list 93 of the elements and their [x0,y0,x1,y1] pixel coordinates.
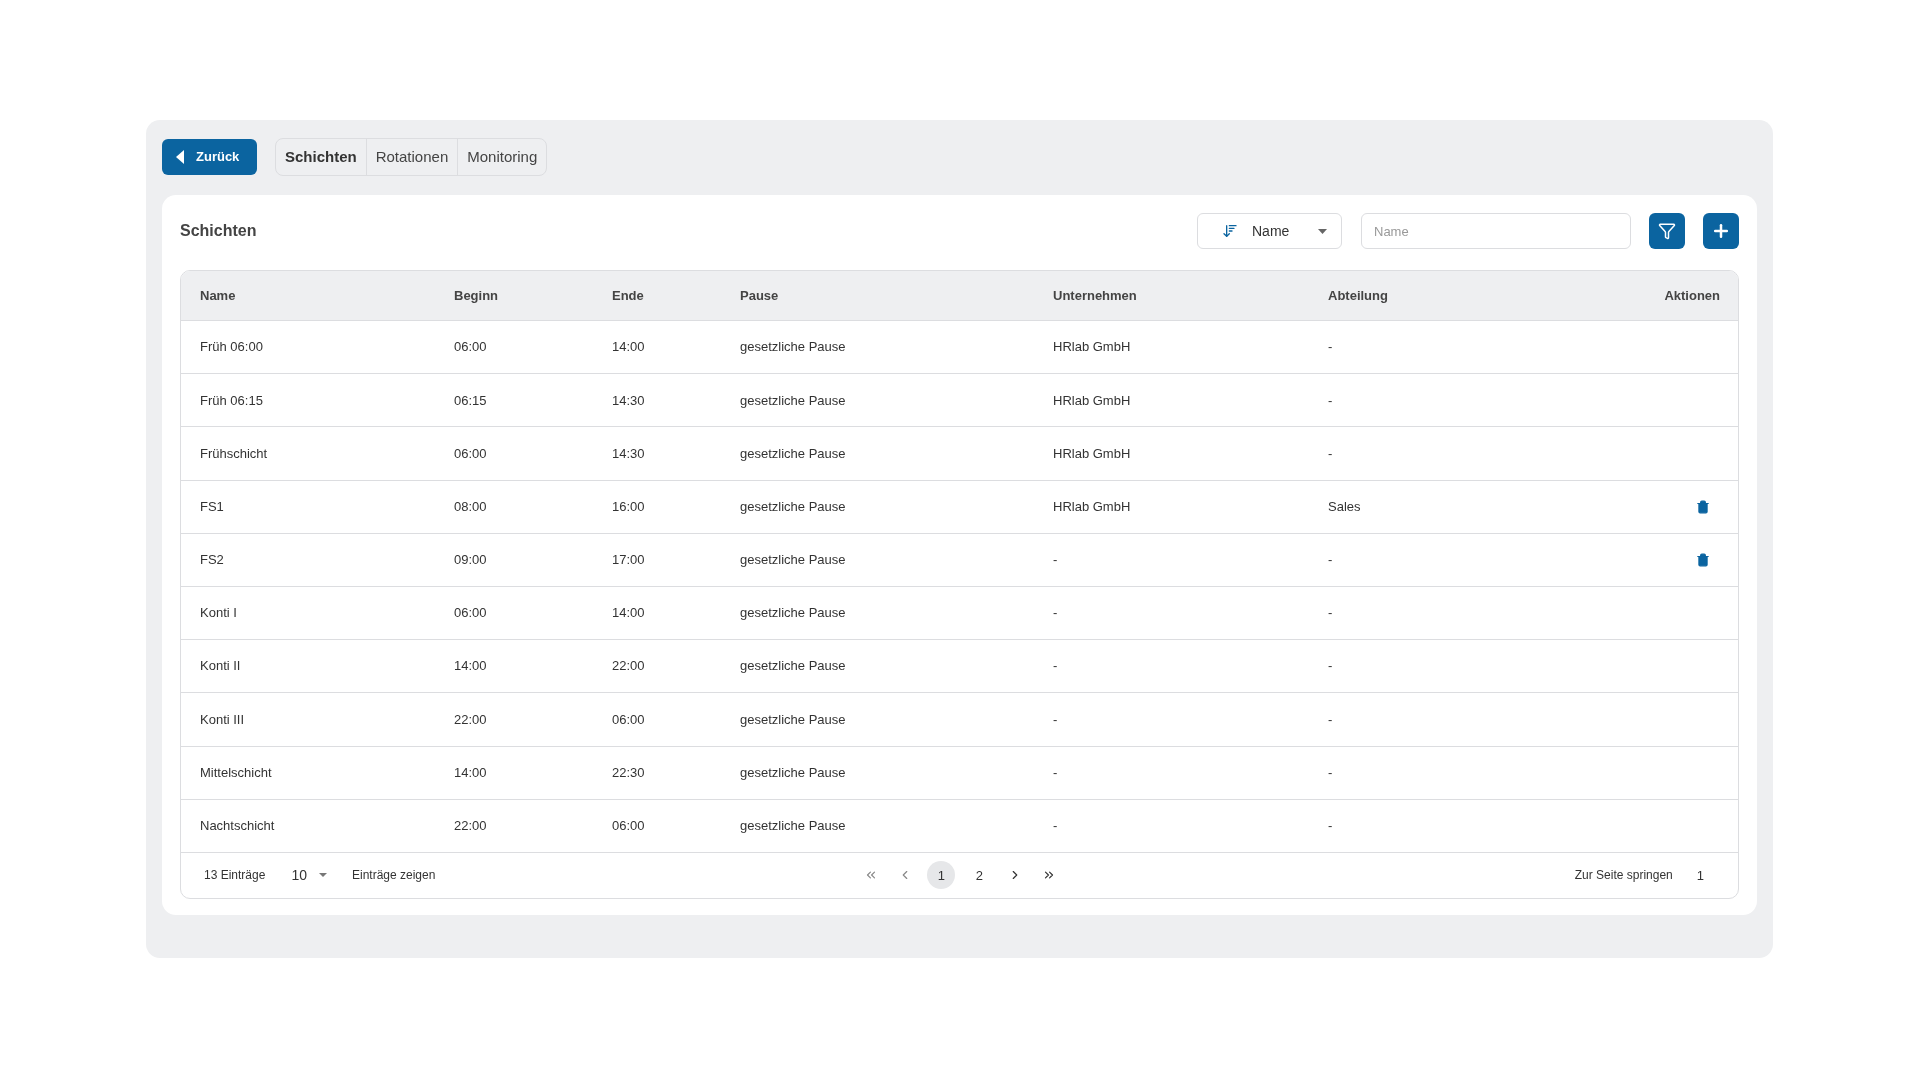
entry-count: 13 Einträge [204,867,266,885]
table-cell-text: Konti III [200,710,245,729]
column-header: Ende [612,286,644,305]
filter-button[interactable] [1649,213,1685,249]
table-cell-text: Frühschicht [200,444,268,463]
table-cell-text: Nachtschicht [200,817,275,836]
table-cell-text: gesetzliche Pause [740,710,846,729]
table-cell-text: - [1328,710,1333,729]
column-header: Unternehmen [1053,286,1137,305]
add-button[interactable] [1703,213,1739,249]
table-cell-text: - [1328,604,1333,623]
trash-icon [1696,552,1710,567]
table-cell-text: - [1053,551,1058,570]
table-cell-text: - [1328,551,1333,570]
jump-to-page-label: Zur Seite springen [1574,867,1673,885]
column-header: Name [200,286,236,305]
table-cell-text: gesetzliche Pause [740,604,846,623]
table-cell-text: gesetzliche Pause [740,497,846,516]
table-cell-text: HRlab GmbH [1053,391,1131,410]
delete-button[interactable] [1696,552,1710,567]
plus-icon [1711,221,1731,241]
table-cell-text: - [1053,604,1058,623]
caret-down-icon [1318,228,1327,234]
table-cell-text: HRlab GmbH [1053,444,1131,463]
table-cell-text: gesetzliche Pause [740,817,846,836]
table-cell-text: 16:00 [612,497,645,516]
jump-to-page-field[interactable]: 1 [1696,865,1704,886]
page-size-label: Einträge zeigen [351,867,436,885]
tab[interactable]: Monitoring [457,139,547,175]
back-button[interactable]: Zurück [162,139,257,175]
table-cell-text: - [1328,338,1333,357]
table-cell-text: 14:00 [612,338,645,357]
page-button[interactable]: 2 [965,861,994,890]
table-cell-text: gesetzliche Pause [740,444,846,463]
table-cell-text: Konti I [200,604,237,623]
table-cell-text: - [1053,763,1058,782]
table-cell-text: Konti II [200,657,241,676]
table-cell-text: 06:00 [612,710,645,729]
table-cell-text: Früh 06:00 [200,338,263,357]
table-cell-text: - [1328,657,1333,676]
table-cell-text: HRlab GmbH [1053,497,1131,516]
table-cell-text: Früh 06:15 [200,391,263,410]
table-cell-text: 06:00 [612,817,645,836]
table-cell-text: 09:00 [454,551,487,570]
table-cell-text: 14:00 [454,763,487,782]
filter-icon [1658,222,1676,240]
table-cell-text: gesetzliche Pause [740,338,846,357]
table-cell-text: - [1053,657,1058,676]
table-cell-text: 06:15 [454,391,487,410]
table-cell-text: - [1053,817,1058,836]
table-cell-text: 22:00 [454,710,487,729]
tab[interactable]: Schichten [276,139,366,175]
table-cell-text: gesetzliche Pause [740,391,846,410]
table-cell-text: FS1 [200,497,224,516]
table-cell-text: 17:00 [612,551,645,570]
caret-left-icon [176,150,184,164]
page-size-dropdown[interactable]: 10 [291,864,327,886]
table-cell-text: gesetzliche Pause [740,551,846,570]
table-cell-text: 22:30 [612,763,645,782]
table-cell-text: 06:00 [454,338,487,357]
page-button[interactable]: 1 [927,861,956,890]
table-cell-text: - [1053,710,1058,729]
search-field[interactable]: Name [1361,213,1631,249]
table-cell-text: 06:00 [454,604,487,623]
column-header: Beginn [454,286,499,305]
column-header: Aktionen [1664,286,1720,305]
table-cell-text: 14:00 [454,657,487,676]
delete-button[interactable] [1696,499,1710,514]
table-cell-text: 14:00 [612,604,645,623]
table-cell-text: 06:00 [454,444,487,463]
table-cell-text: Mittelschicht [200,763,272,782]
table-cell-text: 08:00 [454,497,487,516]
table-cell-text: - [1328,444,1333,463]
column-header: Abteilung [1328,286,1388,305]
table-cell-text: FS2 [200,551,224,570]
table-cell-text: 14:30 [612,444,645,463]
table-cell-text: - [1328,763,1333,782]
table-cell-text: gesetzliche Pause [740,763,846,782]
card-title: Schichten [180,221,258,241]
table-cell-text: Sales [1328,497,1361,516]
sort-dropdown[interactable]: Name [1197,213,1342,249]
caret-down-icon [318,873,327,878]
table-cell-text: gesetzliche Pause [740,657,846,676]
trash-icon [1696,499,1710,514]
table-cell-text: 22:00 [612,657,645,676]
column-header: Pause [740,286,779,305]
table-cell-text: - [1328,391,1333,410]
sort-icon [1222,223,1238,239]
table-cell-text: 22:00 [454,817,487,836]
tab[interactable]: Rotationen [365,139,458,175]
table-cell-text: - [1328,817,1333,836]
table-cell-text: HRlab GmbH [1053,338,1131,357]
table-cell-text: 14:30 [612,391,645,410]
